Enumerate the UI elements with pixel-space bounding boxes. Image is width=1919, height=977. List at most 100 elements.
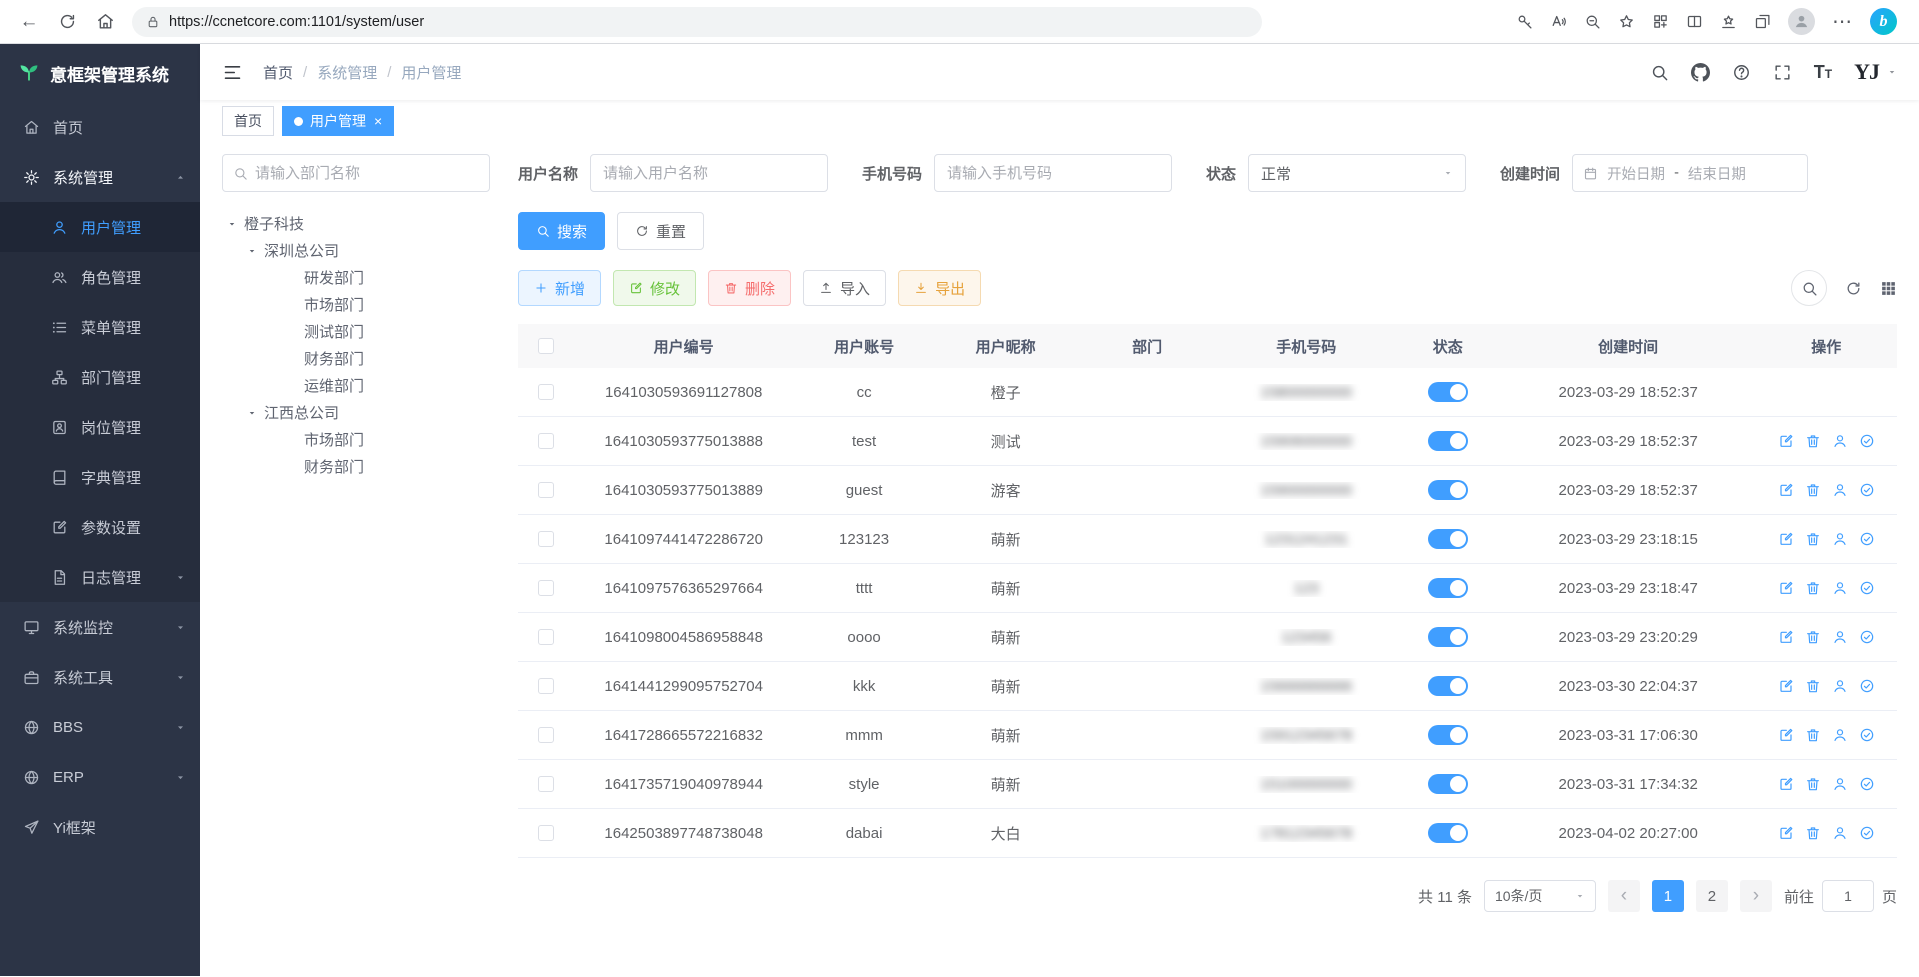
user-avatar[interactable]: YJ — [1854, 59, 1879, 85]
row-user-button[interactable] — [1832, 629, 1848, 645]
browser-home-button[interactable] — [88, 5, 122, 39]
tree-node[interactable]: 测试部门 — [222, 318, 490, 345]
table-refresh-icon[interactable] — [1845, 280, 1862, 297]
row-delete-button[interactable] — [1805, 776, 1821, 792]
row-check-button[interactable] — [1859, 482, 1875, 498]
breadcrumb-item[interactable]: 首页 — [263, 62, 293, 83]
row-checkbox[interactable] — [538, 825, 554, 841]
delete-button[interactable]: 删除 — [708, 270, 791, 306]
row-delete-button[interactable] — [1805, 433, 1821, 449]
favorites-icon[interactable] — [1618, 13, 1635, 30]
sidebar-item[interactable]: 用户管理 — [0, 202, 200, 252]
tab-close-icon[interactable]: × — [374, 113, 382, 129]
row-delete-button[interactable] — [1805, 727, 1821, 743]
status-toggle[interactable] — [1428, 725, 1468, 745]
sidebar-item[interactable]: ERP — [0, 752, 200, 802]
phone-input[interactable] — [934, 154, 1172, 192]
address-bar[interactable]: https://ccnetcore.com:1101/system/user — [132, 7, 1262, 37]
sidebar-item[interactable]: 部门管理 — [0, 352, 200, 402]
status-select[interactable]: 正常 — [1248, 154, 1466, 192]
date-range-picker[interactable]: 开始日期 - 结束日期 — [1572, 154, 1808, 192]
sidebar-item[interactable]: 参数设置 — [0, 502, 200, 552]
sidebar-item[interactable]: 首页 — [0, 102, 200, 152]
row-edit-button[interactable] — [1778, 482, 1794, 498]
row-checkbox[interactable] — [538, 433, 554, 449]
row-user-button[interactable] — [1832, 580, 1848, 596]
extensions-icon[interactable] — [1652, 13, 1669, 30]
breadcrumb-item[interactable]: 系统管理 — [317, 62, 377, 83]
row-delete-button[interactable] — [1805, 482, 1821, 498]
header-search-icon[interactable] — [1650, 63, 1669, 82]
sidebar-item[interactable]: 系统工具 — [0, 652, 200, 702]
row-checkbox[interactable] — [538, 482, 554, 498]
row-check-button[interactable] — [1859, 825, 1875, 841]
add-button[interactable]: 新增 — [518, 270, 601, 306]
prev-page-button[interactable]: ‹ — [1608, 880, 1640, 912]
favorites-bar-icon[interactable] — [1720, 13, 1737, 30]
import-button[interactable]: 导入 — [803, 270, 886, 306]
tab-首页[interactable]: 首页 — [222, 106, 274, 136]
user-caret-icon[interactable] — [1887, 67, 1897, 77]
sidebar-fold-button[interactable] — [222, 62, 243, 83]
zoom-icon[interactable] — [1584, 13, 1601, 30]
row-checkbox[interactable] — [538, 678, 554, 694]
row-check-button[interactable] — [1859, 433, 1875, 449]
sidebar-item[interactable]: 字典管理 — [0, 452, 200, 502]
sidebar-item[interactable]: 日志管理 — [0, 552, 200, 602]
row-check-button[interactable] — [1859, 629, 1875, 645]
browser-profile-avatar[interactable] — [1788, 8, 1815, 35]
row-checkbox[interactable] — [538, 776, 554, 792]
row-check-button[interactable] — [1859, 580, 1875, 596]
row-checkbox[interactable] — [538, 629, 554, 645]
split-screen-icon[interactable] — [1686, 13, 1703, 30]
row-delete-button[interactable] — [1805, 580, 1821, 596]
row-check-button[interactable] — [1859, 678, 1875, 694]
tree-node[interactable]: 橙子科技 — [222, 210, 490, 237]
status-toggle[interactable] — [1428, 774, 1468, 794]
github-icon[interactable] — [1691, 63, 1710, 82]
export-button[interactable]: 导出 — [898, 270, 981, 306]
breadcrumb-item[interactable]: 用户管理 — [401, 62, 461, 83]
tab-用户管理[interactable]: 用户管理× — [282, 106, 394, 136]
tree-node[interactable]: 财务部门 — [222, 345, 490, 372]
search-button[interactable]: 搜索 — [518, 212, 605, 250]
sidebar-item[interactable]: 系统监控 — [0, 602, 200, 652]
status-toggle[interactable] — [1428, 627, 1468, 647]
dept-search-input[interactable] — [255, 165, 479, 182]
row-edit-button[interactable] — [1778, 580, 1794, 596]
row-checkbox[interactable] — [538, 580, 554, 596]
table-columns-icon[interactable] — [1880, 280, 1897, 297]
browser-back-button[interactable]: ← — [12, 5, 46, 39]
row-edit-button[interactable] — [1778, 727, 1794, 743]
username-input[interactable] — [590, 154, 828, 192]
row-edit-button[interactable] — [1778, 629, 1794, 645]
tree-node[interactable]: 研发部门 — [222, 264, 490, 291]
row-delete-button[interactable] — [1805, 678, 1821, 694]
copilot-icon[interactable]: b — [1870, 8, 1897, 35]
row-check-button[interactable] — [1859, 531, 1875, 547]
row-user-button[interactable] — [1832, 825, 1848, 841]
row-user-button[interactable] — [1832, 727, 1848, 743]
page-size-select[interactable]: 10条/页 — [1484, 880, 1596, 912]
sidebar-item[interactable]: Yi框架 — [0, 802, 200, 852]
row-edit-button[interactable] — [1778, 678, 1794, 694]
status-toggle[interactable] — [1428, 382, 1468, 402]
next-page-button[interactable]: › — [1740, 880, 1772, 912]
select-all-checkbox[interactable] — [538, 338, 554, 354]
sidebar-item[interactable]: 菜单管理 — [0, 302, 200, 352]
tree-node[interactable]: 运维部门 — [222, 372, 490, 399]
tree-node[interactable]: 财务部门 — [222, 453, 490, 480]
tree-node[interactable]: 市场部门 — [222, 426, 490, 453]
edit-button[interactable]: 修改 — [613, 270, 696, 306]
row-edit-button[interactable] — [1778, 825, 1794, 841]
status-toggle[interactable] — [1428, 578, 1468, 598]
row-delete-button[interactable] — [1805, 629, 1821, 645]
tree-node[interactable]: 市场部门 — [222, 291, 490, 318]
row-edit-button[interactable] — [1778, 776, 1794, 792]
row-user-button[interactable] — [1832, 433, 1848, 449]
fullscreen-icon[interactable] — [1773, 63, 1792, 82]
row-checkbox[interactable] — [538, 727, 554, 743]
reset-button[interactable]: 重置 — [617, 212, 704, 250]
browser-refresh-button[interactable] — [50, 5, 84, 39]
sidebar-item[interactable]: 角色管理 — [0, 252, 200, 302]
